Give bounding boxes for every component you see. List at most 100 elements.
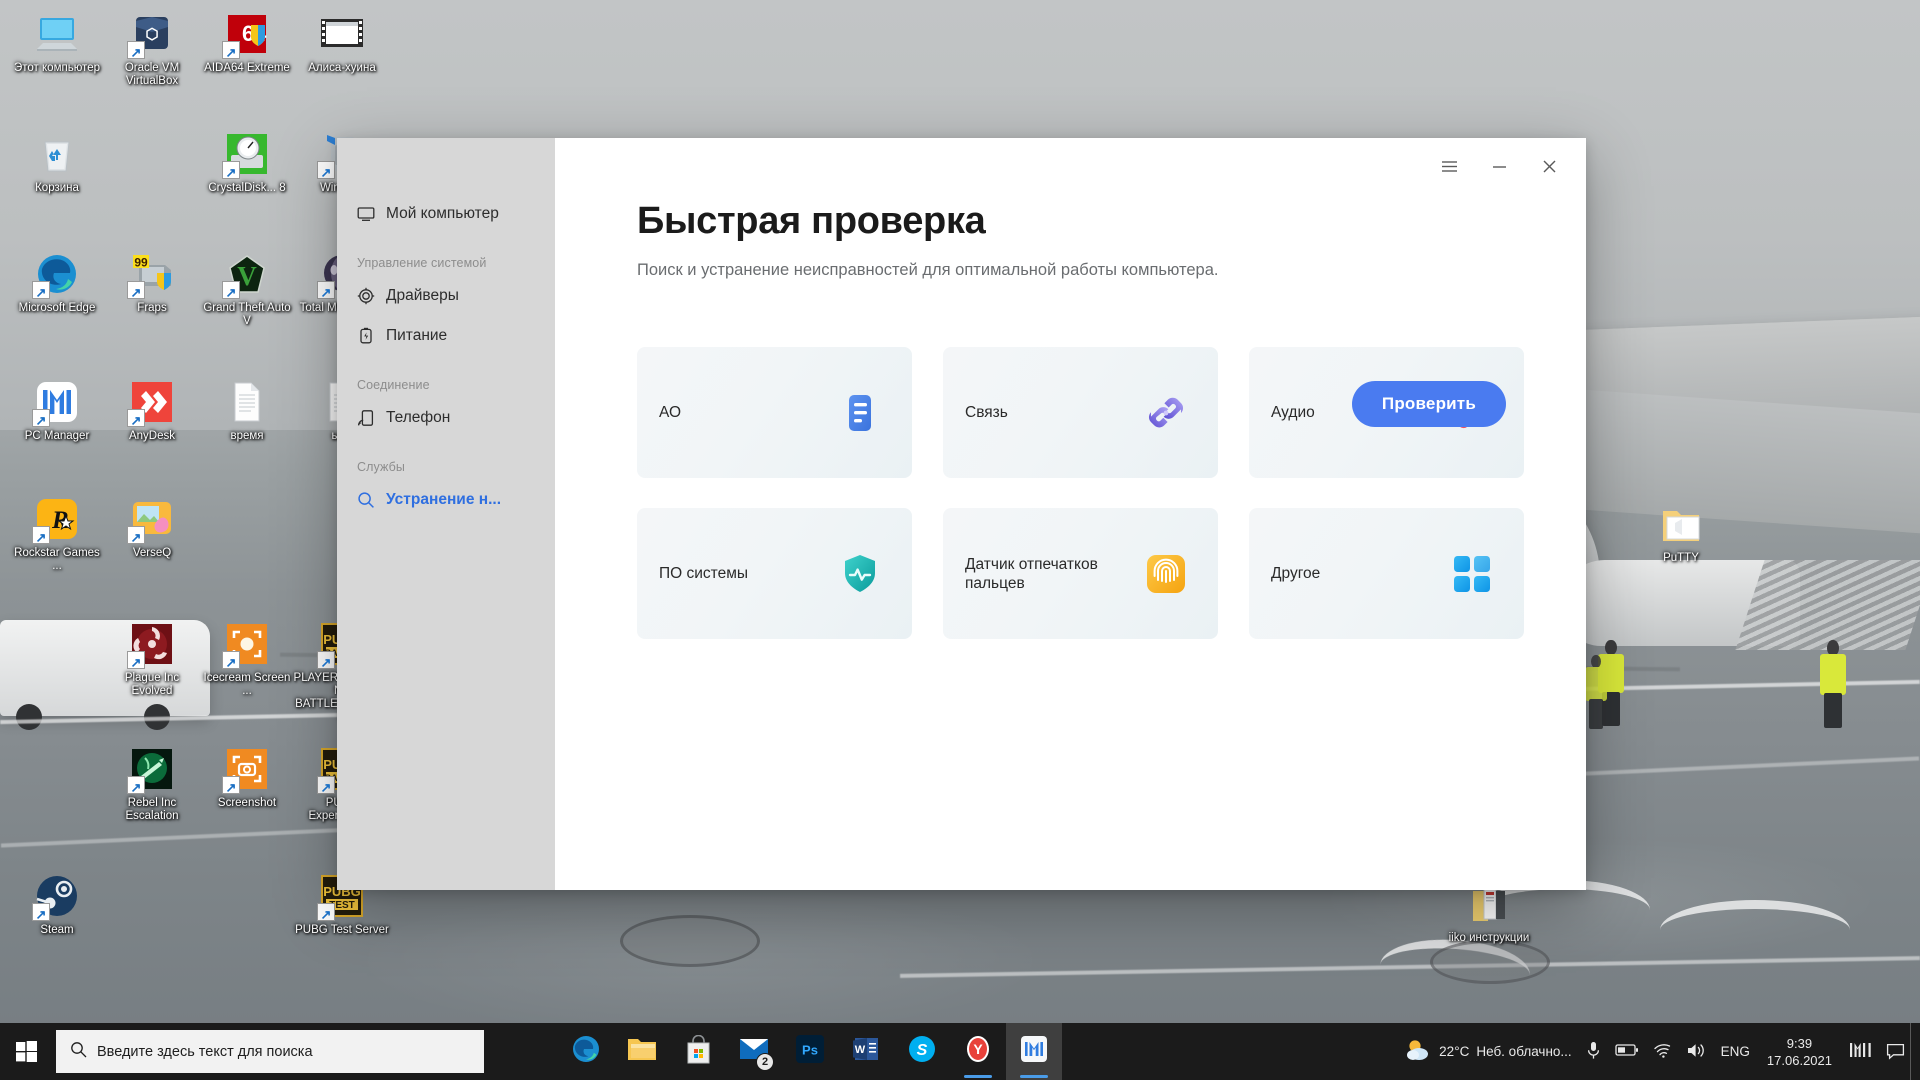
tray-battery[interactable] — [1608, 1023, 1646, 1080]
desktop-icon-label: Steam — [40, 924, 74, 936]
desktop-icon-screenshot[interactable]: Screenshot — [198, 745, 296, 810]
desktop-icon-computer[interactable]: Этот компьютер — [8, 10, 106, 75]
show-desktop-button[interactable] — [1910, 1023, 1916, 1080]
computer-icon — [33, 10, 81, 58]
tray-msi-center[interactable] — [1842, 1023, 1880, 1080]
desktop-icon-label: PuTTY — [1663, 552, 1699, 564]
pcmanager-icon — [32, 378, 81, 429]
svg-text:W: W — [854, 1044, 865, 1056]
desktop-icon-label: Алиса-хуина — [308, 62, 376, 74]
desktop-icon-folder[interactable]: PuTTY — [1632, 500, 1730, 565]
desktop-icon-textfile[interactable]: время — [198, 378, 296, 443]
wallpaper-manhole — [620, 915, 760, 967]
desktop-icon-rockstar[interactable]: RRockstar Games ... — [8, 495, 106, 573]
sidebar-item-phone[interactable]: Телефон — [337, 398, 555, 438]
taskbar-app-photoshop[interactable]: Ps — [782, 1023, 838, 1080]
tray-network[interactable] — [1646, 1023, 1679, 1080]
folder-icon — [1657, 500, 1705, 548]
recycle-icon — [33, 130, 81, 178]
card-label: Связь — [965, 404, 1008, 421]
store-icon — [685, 1034, 712, 1069]
desktop-icon-plague[interactable]: Plague Inc Evolved — [103, 620, 201, 698]
document-blue-icon — [836, 389, 884, 437]
desktop-icon-edge[interactable]: Microsoft Edge — [8, 250, 106, 315]
sidebar-item-troubleshoot[interactable]: Устранение н... — [337, 480, 555, 520]
desktop-icon-verseq[interactable]: VerseQ — [103, 495, 201, 560]
sidebar-item-power[interactable]: Питание — [337, 316, 555, 356]
desktop-icon-label: PUBG Test Server — [295, 924, 389, 936]
svg-text:⬡: ⬡ — [145, 26, 158, 43]
svg-text:Ps: Ps — [802, 1043, 818, 1058]
desktop-icon-pcmanager[interactable]: PC Manager — [8, 378, 106, 443]
desktop-icon-recycle[interactable]: Корзина — [8, 130, 106, 195]
category-card-other[interactable]: Другое — [1249, 508, 1524, 639]
sidebar-item-drivers[interactable]: Драйверы — [337, 276, 555, 316]
taskbar-app-explorer[interactable] — [614, 1023, 670, 1080]
notification-badge: 2 — [756, 1053, 774, 1071]
desktop-icon-label: Grand Theft Auto V — [203, 302, 291, 327]
sidebar-item-label: Мой компьютер — [386, 205, 499, 222]
desktop-icon-crystaldisk[interactable]: CrystalDisk... 8 — [198, 130, 296, 195]
taskbar-app-msi[interactable] — [1006, 1023, 1062, 1080]
category-card-connectivity[interactable]: Связь — [943, 347, 1218, 478]
tray-weather[interactable]: 22°C Неб. облачно... — [1398, 1023, 1578, 1080]
sidebar-item-my-computer[interactable]: Мой компьютер — [337, 194, 555, 234]
card-label: ПО системы — [659, 565, 749, 582]
desktop-icon-label: AnyDesk — [128, 430, 176, 442]
desktop-icon-gtav[interactable]: V Grand Theft Auto V — [198, 250, 296, 328]
start-button[interactable] — [0, 1023, 52, 1080]
desktop-icon-video[interactable]: Алиса-хуина — [293, 10, 391, 75]
skype-icon: S — [908, 1035, 936, 1068]
sidebar-item-label: Драйверы — [386, 287, 459, 304]
desktop-icon-virtualbox[interactable]: ⬡ Oracle VM VirtualBox — [103, 10, 201, 88]
word-icon: W — [852, 1035, 880, 1068]
rebel-icon — [127, 745, 176, 796]
tray-microphone[interactable] — [1579, 1023, 1608, 1080]
desktop-icon-label: время — [230, 430, 264, 442]
taskbar-app-skype[interactable]: S — [894, 1023, 950, 1080]
desktop-icon-icecream[interactable]: Icecream Screen ... — [198, 620, 296, 698]
category-card-system-software[interactable]: ПО системы — [637, 508, 912, 639]
desktop-icon-fraps[interactable]: 99 Fraps — [103, 250, 201, 315]
desktop-icon-aida64[interactable]: 64AIDA64 Extreme — [198, 10, 296, 75]
wallpaper-ground-crew — [1585, 655, 1607, 729]
tray-volume[interactable] — [1679, 1023, 1714, 1080]
minimize-button[interactable] — [1476, 147, 1522, 185]
battery-icon — [1615, 1043, 1639, 1060]
battery-icon — [357, 327, 375, 345]
category-card-hardware[interactable]: АО — [637, 347, 912, 478]
taskbar-app-edge[interactable] — [558, 1023, 614, 1080]
desktop-icon-label: Rebel Inc Escalation — [125, 797, 179, 822]
desktop-icon-label: Fraps — [137, 302, 167, 314]
scan-button[interactable]: Проверить — [1351, 381, 1506, 427]
notification-center-button[interactable] — [1880, 1023, 1910, 1080]
tray-language[interactable]: ENG — [1714, 1023, 1757, 1080]
yandex-icon: Y — [965, 1035, 991, 1068]
svg-text:V: V — [237, 261, 257, 291]
window-titlebar — [1426, 138, 1586, 194]
fingerprint-orange-icon — [1142, 550, 1190, 598]
desktop-icon-label: Этот компьютер — [14, 62, 100, 74]
monitor-icon — [357, 205, 375, 223]
taskbar-search-box[interactable]: Введите здесь текст для поиска — [56, 1030, 484, 1073]
msi-tray-icon — [1849, 1040, 1873, 1063]
desktop-icon-label: PC Manager — [24, 430, 90, 442]
msi-icon — [1020, 1035, 1048, 1068]
desktop-icon-label: Plague Inc Evolved — [124, 672, 180, 697]
taskbar-app-store[interactable] — [670, 1023, 726, 1080]
page-title: Быстрая проверка — [637, 200, 986, 242]
wallpaper-boarding-stairs — [1735, 560, 1920, 650]
taskbar-app-yandex[interactable]: Y — [950, 1023, 1006, 1080]
desktop-icon-anydesk[interactable]: AnyDesk — [103, 378, 201, 443]
taskbar-clock[interactable]: 9:39 17.06.2021 — [1757, 1023, 1842, 1080]
close-button[interactable] — [1526, 147, 1572, 185]
clock-time: 9:39 — [1786, 1035, 1813, 1051]
category-card-fingerprint[interactable]: Датчик отпечатков пальцев — [943, 508, 1218, 639]
hamburger-menu-icon[interactable] — [1426, 147, 1472, 185]
desktop-icon-steam[interactable]: Steam — [8, 872, 106, 937]
taskbar-app-mail[interactable]: 2 — [726, 1023, 782, 1080]
desktop-icon-rebel[interactable]: Rebel Inc Escalation — [103, 745, 201, 823]
svg-text:S: S — [917, 1042, 928, 1059]
fraps-icon: 99 — [127, 250, 176, 301]
taskbar-app-word[interactable]: W — [838, 1023, 894, 1080]
